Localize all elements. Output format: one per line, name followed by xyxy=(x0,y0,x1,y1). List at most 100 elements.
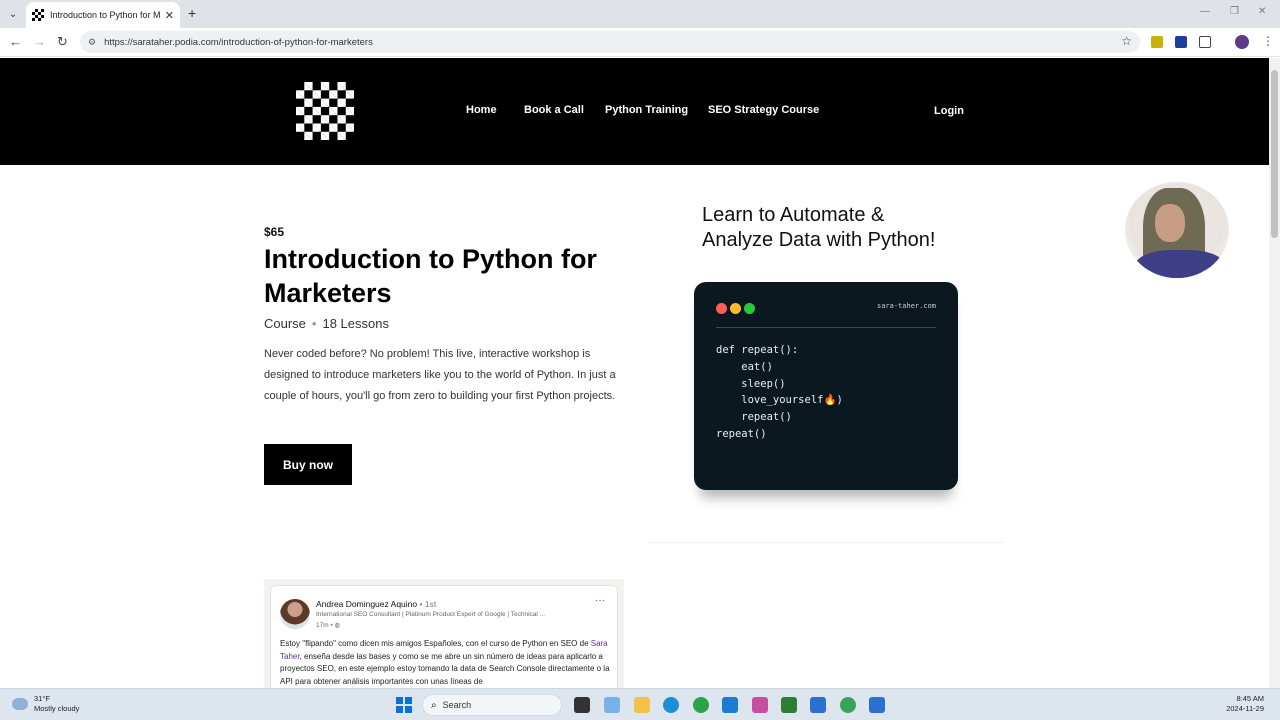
extension-icon[interactable] xyxy=(1151,36,1163,48)
code-line: repeat() xyxy=(716,411,792,424)
windows-start-icon[interactable] xyxy=(396,697,412,713)
word-icon[interactable] xyxy=(869,697,885,713)
address-bar[interactable]: ⚙ https://sarataher.podia.com/introducti… xyxy=(80,31,1140,53)
code-line-text: love_yourself xyxy=(716,394,824,407)
more-options-icon[interactable]: ··· xyxy=(595,595,605,606)
course-meta: Course • 18 Lessons xyxy=(264,316,389,331)
reload-icon[interactable]: ↻ xyxy=(57,34,68,50)
post-headline: International SEO Consultant | Platinum … xyxy=(316,611,546,618)
minimize-icon[interactable]: — xyxy=(1200,6,1210,17)
system-clock[interactable]: 8:45 AM 2024-11-29 xyxy=(1226,694,1264,714)
new-tab-button[interactable]: + xyxy=(188,5,196,21)
slack-icon[interactable] xyxy=(752,697,768,713)
card-domain: sara-taher.com xyxy=(876,302,936,310)
chrome-icon[interactable] xyxy=(693,697,709,713)
post-time: 17m • ◍ xyxy=(316,621,340,629)
chrome-profile-icon[interactable] xyxy=(840,697,856,713)
weather-widget[interactable]: 31°F Mostly cloudy xyxy=(12,694,79,714)
yellow-dot-icon xyxy=(730,303,741,314)
clock-time: 8:45 AM xyxy=(1236,694,1264,703)
lesson-count: 18 Lessons xyxy=(322,316,389,331)
buy-now-button[interactable]: Buy now xyxy=(264,444,352,485)
bookmark-star-icon[interactable]: ☆ xyxy=(1121,34,1132,48)
code-line: love_yourself🔥) xyxy=(716,392,843,409)
webcam-overlay xyxy=(1125,182,1229,278)
docs-icon[interactable] xyxy=(810,697,826,713)
code-paren: ) xyxy=(836,394,843,407)
code-line: def repeat(): xyxy=(716,344,799,356)
code-line: sleep() xyxy=(716,377,786,390)
temperature: 31°F xyxy=(34,694,50,703)
forward-icon[interactable]: → xyxy=(33,34,46,49)
promo-heading: Learn to Automate & Analyze Data with Py… xyxy=(702,204,936,251)
url-text[interactable]: https://sarataher.podia.com/introduction… xyxy=(104,37,373,48)
presenter-face xyxy=(1155,204,1185,242)
browser-tab[interactable]: Introduction to Python for Marketers ✕ xyxy=(26,2,180,28)
browser-toolbar: ← → ↻ ⚙ https://sarataher.podia.com/intr… xyxy=(0,28,1280,57)
meta-separator: • xyxy=(311,316,317,331)
back-icon[interactable]: ← xyxy=(9,34,22,49)
red-dot-icon xyxy=(716,303,727,314)
login-link[interactable]: Login xyxy=(934,105,964,117)
clock-date: 2024-11-29 xyxy=(1226,704,1264,713)
course-description: Never coded before? No problem! This liv… xyxy=(264,348,616,402)
copilot-icon[interactable] xyxy=(604,697,620,713)
site-favicon-icon xyxy=(32,9,44,21)
nav-book-a-call[interactable]: Book a Call xyxy=(524,104,584,116)
tab-search-icon[interactable]: ⌄ xyxy=(4,5,22,23)
file-explorer-icon[interactable] xyxy=(634,697,650,713)
presenter-jacket xyxy=(1135,250,1225,278)
post-author-name[interactable]: Andrea Dominguez Aquino xyxy=(316,599,417,609)
weather-text: 31°F Mostly cloudy xyxy=(34,694,79,714)
code-line: eat() xyxy=(716,360,773,373)
browser-menu-icon[interactable]: ⋮ xyxy=(1262,34,1274,48)
course-title: Introduction to Python for Marketers xyxy=(264,244,597,308)
taskbar-search-label: Search xyxy=(442,700,472,710)
avatar[interactable] xyxy=(280,599,310,629)
section-divider xyxy=(648,542,1004,543)
course-type: Course xyxy=(264,316,306,331)
taskbar-search[interactable]: ⌕ Search xyxy=(422,694,562,716)
edge-icon[interactable] xyxy=(663,697,679,713)
profile-avatar-icon[interactable] xyxy=(1235,35,1249,49)
post-body: Estoy "flipando" como dicen mis amigos E… xyxy=(280,638,610,688)
code-card-image: sara-taher.com def repeat(): eat() sleep… xyxy=(694,282,958,490)
tab-close-icon[interactable]: ✕ xyxy=(165,9,174,22)
code-snippet: def repeat(): eat() sleep() love_yoursel… xyxy=(716,342,843,443)
site-header: Home Book a Call Python Training SEO Str… xyxy=(0,58,1269,165)
course-price: $65 xyxy=(264,225,285,239)
vscode-icon[interactable] xyxy=(722,697,738,713)
post-body-end: , enseña desde las bases y como se me ab… xyxy=(280,651,610,687)
flame-icon: 🔥 xyxy=(823,394,837,407)
nav-home[interactable]: Home xyxy=(466,104,497,116)
testimonial-post: Andrea Dominguez Aquino • 1st Internatio… xyxy=(264,579,624,688)
nav-python-training[interactable]: Python Training xyxy=(605,104,688,116)
page-scrollbar[interactable] xyxy=(1269,58,1280,688)
weather-condition: Mostly cloudy xyxy=(34,704,80,713)
tab-strip: ⌄ Introduction to Python for Marketers ✕… xyxy=(0,0,1280,28)
globe-icon: ◍ xyxy=(334,622,341,629)
checkerboard-logo-icon[interactable] xyxy=(296,82,354,140)
connection-degree: • 1st xyxy=(419,599,437,609)
post-author[interactable]: Andrea Dominguez Aquino • 1st xyxy=(316,599,436,609)
card-divider xyxy=(716,327,936,328)
taskbar: 31°F Mostly cloudy ⌕ Search 8:45 AM 2024… xyxy=(0,688,1280,720)
restore-icon[interactable]: ❐ xyxy=(1230,6,1239,17)
task-view-icon[interactable] xyxy=(574,697,590,713)
extensions-puzzle-icon[interactable] xyxy=(1199,36,1211,48)
nav-seo-strategy-course[interactable]: SEO Strategy Course xyxy=(708,104,819,116)
site-info-icon[interactable]: ⚙ xyxy=(88,37,96,48)
extension-v-icon[interactable] xyxy=(1175,36,1187,48)
scroll-thumb[interactable] xyxy=(1271,70,1278,238)
green-dot-icon xyxy=(744,303,755,314)
cloud-icon xyxy=(12,698,28,710)
post-body-start: Estoy "flipando" como dicen mis amigos E… xyxy=(280,639,591,648)
code-line: repeat() xyxy=(716,427,767,440)
app-icon[interactable] xyxy=(781,697,797,713)
post-time-text: 17m • xyxy=(316,622,333,629)
post-card: Andrea Dominguez Aquino • 1st Internatio… xyxy=(270,585,618,688)
tab-title: Introduction to Python for Marketers xyxy=(50,10,161,20)
search-icon: ⌕ xyxy=(431,699,437,711)
window-dots xyxy=(716,301,758,319)
close-window-icon[interactable]: ✕ xyxy=(1258,6,1266,17)
